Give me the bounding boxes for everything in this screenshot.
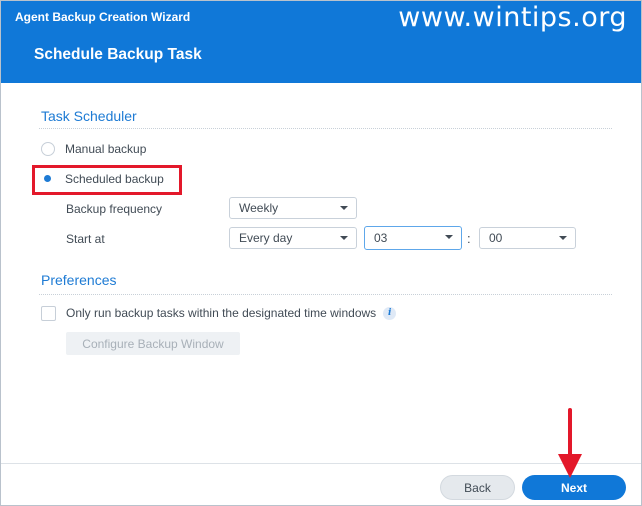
start-hour-select[interactable]: 03: [364, 226, 462, 250]
manual-backup-radio[interactable]: [41, 142, 55, 156]
page-title: Schedule Backup Task: [34, 46, 202, 63]
start-day-value: Every day: [239, 231, 293, 245]
time-window-option[interactable]: Only run backup tasks within the designa…: [41, 304, 397, 322]
wizard-header: Agent Backup Creation Wizard Schedule Ba…: [1, 1, 641, 83]
watermark: www.wintips.org: [398, 2, 627, 33]
start-minute-value: 00: [489, 231, 503, 245]
start-hour-value: 03: [374, 231, 388, 245]
manual-backup-option[interactable]: Manual backup: [41, 140, 146, 158]
section-divider: [39, 294, 612, 295]
time-window-label: Only run backup tasks within the designa…: [66, 306, 377, 320]
wizard-title: Agent Backup Creation Wizard: [15, 10, 191, 24]
time-separator: :: [467, 231, 471, 246]
section-title-task-scheduler: Task Scheduler: [41, 108, 137, 124]
red-arrow-annotation: [558, 408, 582, 478]
info-icon[interactable]: i: [383, 306, 397, 320]
highlight-box: [32, 165, 182, 195]
configure-backup-window-button: Configure Backup Window: [66, 332, 240, 355]
chevron-down-icon: [340, 206, 348, 210]
footer-divider: [1, 463, 641, 464]
wizard-dialog: Agent Backup Creation Wizard Schedule Ba…: [0, 0, 642, 506]
backup-frequency-select[interactable]: Weekly: [229, 197, 357, 219]
section-title-preferences: Preferences: [41, 272, 117, 288]
back-button[interactable]: Back: [440, 475, 515, 500]
chevron-down-icon: [559, 236, 567, 240]
start-minute-select[interactable]: 00: [479, 227, 576, 249]
manual-backup-label: Manual backup: [65, 142, 147, 156]
chevron-down-icon: [445, 235, 453, 239]
backup-frequency-value: Weekly: [239, 201, 279, 215]
backup-frequency-label: Backup frequency: [66, 202, 163, 216]
start-at-label: Start at: [66, 232, 105, 246]
start-day-select[interactable]: Every day: [229, 227, 357, 249]
section-divider: [39, 128, 612, 129]
time-window-checkbox[interactable]: [41, 305, 56, 321]
chevron-down-icon: [340, 236, 348, 240]
